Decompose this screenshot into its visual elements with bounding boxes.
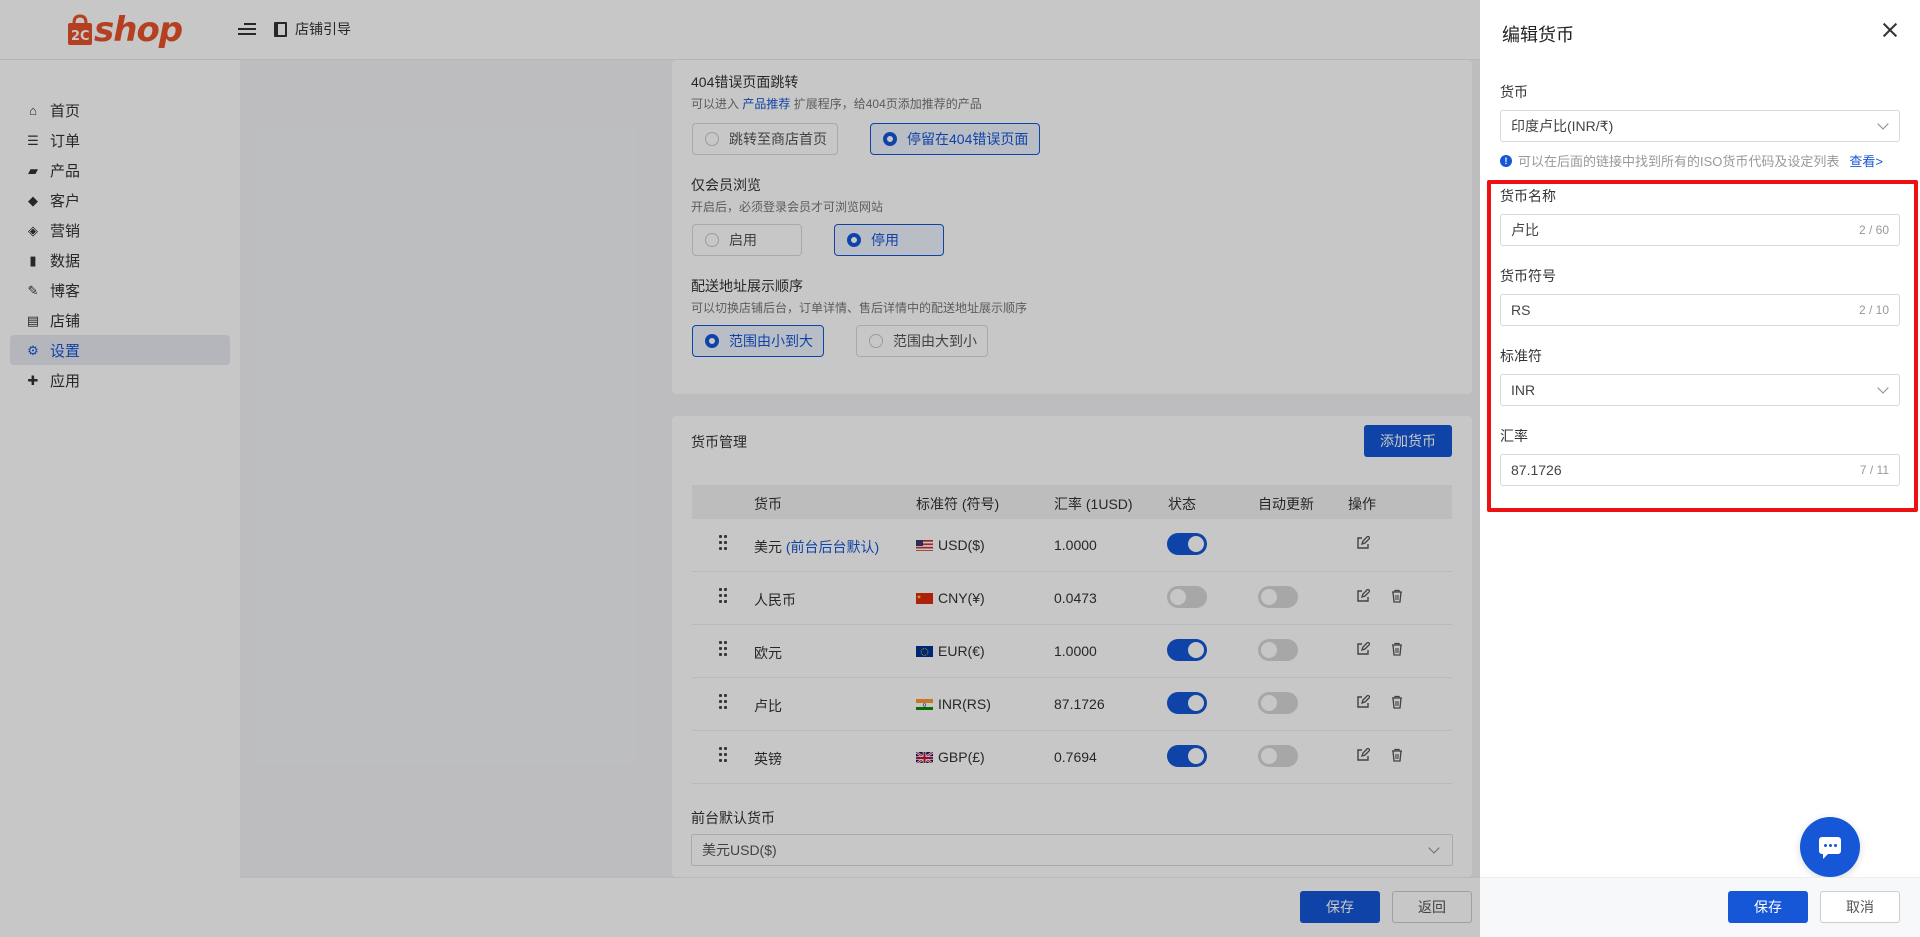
currency-name-input[interactable]: 卢比 2 / 60	[1500, 214, 1900, 246]
info-icon: !	[1500, 154, 1512, 167]
currency-name-value: 卢比	[1511, 222, 1539, 238]
drawer-save-button[interactable]: 保存	[1728, 891, 1808, 923]
exchange-rate-value: 87.1726	[1511, 462, 1562, 478]
close-icon[interactable]	[1882, 22, 1898, 38]
iso-code-value: INR	[1511, 382, 1536, 398]
currency-symbol-label: 货币符号	[1500, 268, 1556, 284]
chat-button[interactable]	[1800, 817, 1860, 877]
chevron-down-icon	[1877, 382, 1889, 394]
char-count: 2 / 60	[1858, 223, 1889, 237]
currency-label: 货币	[1500, 84, 1528, 100]
drawer-cancel-button[interactable]: 取消	[1820, 891, 1900, 923]
currency-select[interactable]: 印度卢比(INR/₹)	[1500, 110, 1900, 142]
modal-mask[interactable]	[0, 0, 1480, 937]
view-iso-link[interactable]: 查看>	[1849, 151, 1883, 170]
iso-info-text: 可以在后面的链接中找到所有的ISO货币代码及设定列表	[1518, 154, 1840, 169]
iso-code-select[interactable]: INR	[1500, 374, 1900, 406]
drawer-title: 编辑货币	[1502, 25, 1574, 45]
edit-currency-drawer: 编辑货币 货币 印度卢比(INR/₹) ! 可以在后面的链接中找到所有的ISO货…	[1480, 0, 1920, 937]
chevron-down-icon	[1877, 118, 1889, 130]
chat-icon	[1819, 837, 1841, 859]
currency-symbol-value: RS	[1511, 302, 1531, 318]
exchange-rate-input[interactable]: 87.1726 7 / 11	[1500, 454, 1900, 486]
iso-info: ! 可以在后面的链接中找到所有的ISO货币代码及设定列表 查看>	[1500, 151, 1883, 170]
currency-name-label: 货币名称	[1500, 188, 1556, 204]
char-count: 2 / 10	[1858, 303, 1889, 317]
currency-select-value: 印度卢比(INR/₹)	[1511, 118, 1614, 134]
currency-symbol-input[interactable]: RS 2 / 10	[1500, 294, 1900, 326]
exchange-rate-label: 汇率	[1500, 428, 1528, 444]
iso-code-label: 标准符	[1500, 348, 1542, 364]
char-count: 7 / 11	[1859, 463, 1889, 477]
